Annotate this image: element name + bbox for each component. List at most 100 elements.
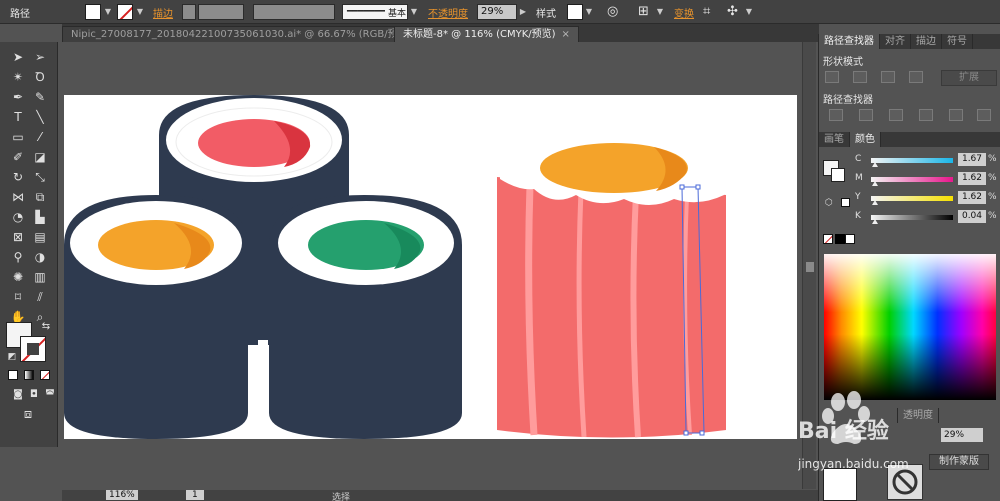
exclude-button[interactable] xyxy=(909,71,923,83)
black-color-swatch[interactable] xyxy=(835,234,845,244)
selection-tool-icon[interactable]: ➤ xyxy=(8,48,28,66)
fill-swatch[interactable] xyxy=(85,3,101,21)
tab-nipic-document[interactable]: Nipic_27008177_20180422100735061030.ai* … xyxy=(62,26,435,42)
shape-builder-tool-icon[interactable]: ◔ xyxy=(8,208,28,226)
options-dropdown-icon[interactable]: ▼ xyxy=(744,3,754,19)
color-spectrum[interactable] xyxy=(824,254,996,400)
magenta-slider[interactable]: M 1.62 % xyxy=(855,172,997,187)
align-grid-icon[interactable]: ⊞ xyxy=(638,3,656,21)
opacity-label[interactable]: 不透明度 xyxy=(428,3,468,21)
direct-selection-tool-icon[interactable]: ➢ xyxy=(30,48,50,66)
cyan-value[interactable]: 1.67 xyxy=(958,153,986,166)
tab-stroke[interactable]: 描边 xyxy=(911,34,942,49)
color-stroke-swatch[interactable] xyxy=(831,168,845,182)
crop-button[interactable] xyxy=(919,109,933,121)
intersect-button[interactable] xyxy=(881,71,895,83)
stroke-label[interactable]: 描边 xyxy=(153,3,173,21)
magenta-value[interactable]: 1.62 xyxy=(958,172,986,185)
symbol-sprayer-tool-icon[interactable]: ✺ xyxy=(8,268,28,286)
black-value[interactable]: 0.04 xyxy=(958,210,986,223)
yellow-value[interactable]: 1.62 xyxy=(958,191,986,204)
screen-mode-icon[interactable]: ⧈ xyxy=(18,406,38,424)
column-graph-tool-icon[interactable]: ▥ xyxy=(30,268,50,286)
rectangle-tool-icon[interactable]: ▭ xyxy=(8,128,28,146)
vertical-scrollbar[interactable] xyxy=(802,42,816,489)
artboard-number-field[interactable]: 1 xyxy=(186,490,204,500)
stroke-swatch[interactable] xyxy=(117,3,133,21)
tab-brushes[interactable]: 画笔 xyxy=(819,132,850,147)
style-swatch[interactable] xyxy=(567,3,583,21)
style-dropdown-icon[interactable]: ▼ xyxy=(584,3,594,19)
outline-button[interactable] xyxy=(949,109,963,121)
swap-colors-icon[interactable]: ⇆ xyxy=(36,318,56,336)
type-tool-icon[interactable]: T xyxy=(8,108,28,126)
black-slider[interactable]: K 0.04 % xyxy=(855,210,997,225)
gradient-tool-icon[interactable]: ▤ xyxy=(30,228,50,246)
transform-label[interactable]: 变换 xyxy=(674,3,694,21)
white-color-swatch[interactable] xyxy=(845,234,855,244)
free-transform-tool-icon[interactable]: ⧉ xyxy=(30,188,50,206)
opacity-arrow-icon[interactable]: ▶ xyxy=(518,3,528,19)
gradient-mode-icon[interactable] xyxy=(24,370,34,380)
curvature-tool-icon[interactable]: ✎ xyxy=(30,88,50,106)
stroke-profile-dropdown-icon[interactable]: ▼ xyxy=(409,3,419,19)
isolate-icon[interactable]: ⌗ xyxy=(703,3,721,21)
tab-untitled-8[interactable]: 未标题-8* @ 116% (CMYK/预览) × xyxy=(394,26,579,42)
scroll-thumb[interactable] xyxy=(806,262,814,272)
cyan-slider[interactable]: C 1.67 % xyxy=(855,153,997,168)
salmon-sushi-roll[interactable] xyxy=(497,143,726,438)
magic-wand-tool-icon[interactable]: ✴ xyxy=(8,68,28,86)
expand-button[interactable]: 扩展 xyxy=(941,70,997,86)
opacity-value[interactable]: 29% xyxy=(477,4,517,20)
eyedropper-tool-icon[interactable]: ⚲ xyxy=(8,248,28,266)
scale-tool-icon[interactable]: ⤡ xyxy=(30,168,50,186)
lasso-tool-icon[interactable]: Ꝺ xyxy=(30,68,50,86)
fill-dropdown-icon[interactable]: ▼ xyxy=(103,3,113,19)
divide-button[interactable] xyxy=(829,109,843,121)
minus-front-button[interactable] xyxy=(853,71,867,83)
merge-button[interactable] xyxy=(889,109,903,121)
canvas-area[interactable] xyxy=(62,42,800,489)
cube-icon[interactable]: ⬡ xyxy=(825,198,833,208)
stroke-profile-box[interactable]: ━━━━━━━ 基本 xyxy=(342,3,408,21)
artboard[interactable] xyxy=(64,95,797,439)
minus-back-button[interactable] xyxy=(977,109,991,121)
artboard-tool-icon[interactable]: ⌑ xyxy=(8,288,28,306)
pen-tool-icon[interactable]: ✒ xyxy=(8,88,28,106)
draw-inside-icon[interactable]: ◚ xyxy=(40,386,60,404)
stroke-weight-field[interactable] xyxy=(182,3,244,21)
options-icon[interactable]: ✣ xyxy=(727,3,745,21)
unite-button[interactable] xyxy=(825,71,839,83)
color-mode-icon[interactable] xyxy=(8,370,18,380)
blend-tool-icon[interactable]: ◑ xyxy=(30,248,50,266)
recolor-icon[interactable]: ◎ xyxy=(607,3,625,21)
rotate-tool-icon[interactable]: ↻ xyxy=(8,168,28,186)
width-tool-icon[interactable]: ⋈ xyxy=(8,188,28,206)
make-mask-button[interactable]: 制作蒙版 xyxy=(929,454,989,470)
yellow-slider[interactable]: Y 1.62 % xyxy=(855,191,997,206)
mesh-tool-icon[interactable]: ⊠ xyxy=(8,228,28,246)
object-thumbnail[interactable] xyxy=(823,468,857,501)
white-swatch[interactable] xyxy=(841,198,850,207)
eraser-tool-icon[interactable]: ◪ xyxy=(30,148,50,166)
stroke-dropdown-icon[interactable]: ▼ xyxy=(135,3,145,19)
tab-align[interactable]: 对齐 xyxy=(880,34,911,49)
graph-tool-icon[interactable]: ▙ xyxy=(30,208,50,226)
none-color-icon[interactable] xyxy=(823,234,833,244)
stroke-color-swatch[interactable] xyxy=(20,336,46,362)
left-sushi-roll[interactable] xyxy=(64,195,248,439)
paintbrush-tool-icon[interactable]: ⁄ xyxy=(30,128,50,146)
close-icon[interactable]: × xyxy=(562,29,570,40)
zoom-field[interactable]: 116% xyxy=(106,490,138,500)
mask-thumbnail[interactable] xyxy=(887,464,923,500)
slice-tool-icon[interactable]: ⫽ xyxy=(30,288,50,306)
tab-pathfinder[interactable]: 路径查找器 xyxy=(819,34,880,49)
transparency-opacity-field[interactable]: 29% xyxy=(941,428,983,442)
pencil-tool-icon[interactable]: ✐ xyxy=(8,148,28,166)
variable-width-field[interactable] xyxy=(253,3,335,21)
align-dropdown-icon[interactable]: ▼ xyxy=(655,3,665,19)
line-tool-icon[interactable]: ╲ xyxy=(30,108,50,126)
opacity-field[interactable]: 29% xyxy=(477,3,517,21)
tab-color[interactable]: 颜色 xyxy=(850,132,881,147)
tab-transparency[interactable]: 透明度 xyxy=(897,408,939,423)
